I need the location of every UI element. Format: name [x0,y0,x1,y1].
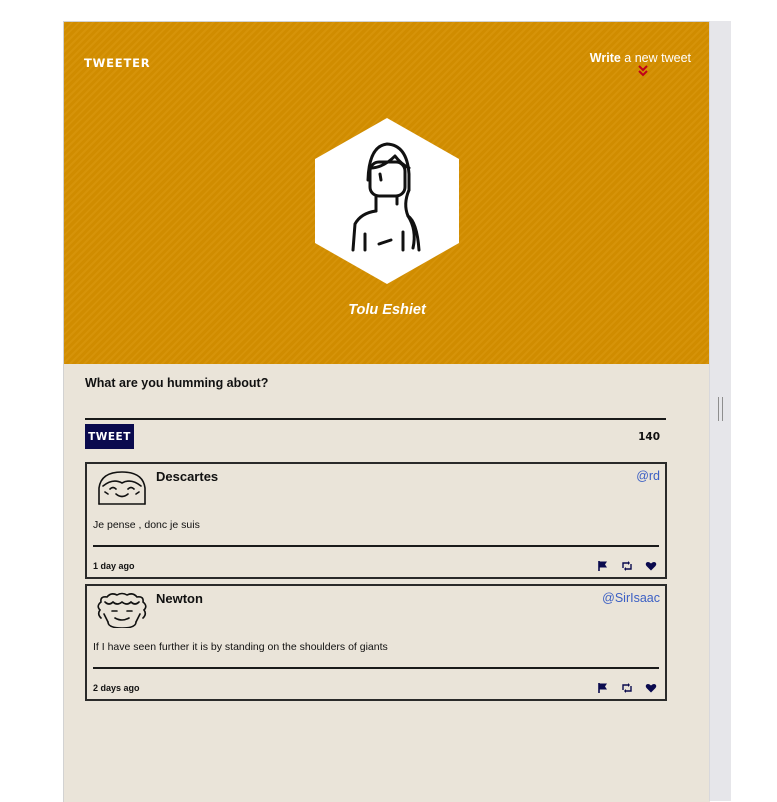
brand-logo[interactable]: TWEETER [84,56,150,70]
tweet-text: If I have seen further it is by standing… [93,641,388,653]
profile-user-name: Tolu Eshiet [348,302,426,318]
retweet-icon[interactable] [621,681,633,693]
tweet-button[interactable]: TWEET [85,424,134,449]
double-chevron-down-icon [638,65,648,77]
heart-icon[interactable] [645,559,657,571]
write-new-tweet-label: Write a new tweet [589,51,691,65]
curly-hair-face-icon [97,592,147,628]
write-new-tweet-toggle[interactable]: Write a new tweet [589,49,691,77]
tweet-timestamp: 1 day ago [93,561,135,571]
tweet-card: Newton @SirIsaac If I have seen further … [85,584,667,701]
tweet-author-name: Newton [156,591,203,606]
profile-header: TWEETER Write a new tweet Tolu Eshiet [64,22,710,364]
scrollbar-grip[interactable] [718,397,723,421]
tweet-text: Je pense , donc je suis [93,519,200,531]
app-frame: TWEETER Write a new tweet Tolu Eshiet Wh… [63,21,710,802]
tweet-card: Descartes @rd Je pense , donc je suis 1 … [85,462,667,579]
smiling-face-icon [98,471,146,505]
compose-prompt: What are you humming about? [85,376,269,390]
tweet-actions [597,681,659,694]
tweet-timestamp: 2 days ago [93,683,140,693]
profile-avatar [313,116,461,286]
tweet-compose-input[interactable] [85,394,666,420]
character-counter: 140 [638,431,660,443]
tweet-actions [597,559,659,572]
tweet-author-handle[interactable]: @SirIsaac [602,591,660,605]
flag-icon[interactable] [597,681,609,693]
tweet-divider [93,667,659,669]
tweet-author-name: Descartes [156,469,219,484]
retweet-icon[interactable] [621,559,633,571]
tweet-divider [93,545,659,547]
heart-icon[interactable] [645,681,657,693]
flag-icon[interactable] [597,559,609,571]
tweet-author-handle[interactable]: @rd [636,469,660,483]
